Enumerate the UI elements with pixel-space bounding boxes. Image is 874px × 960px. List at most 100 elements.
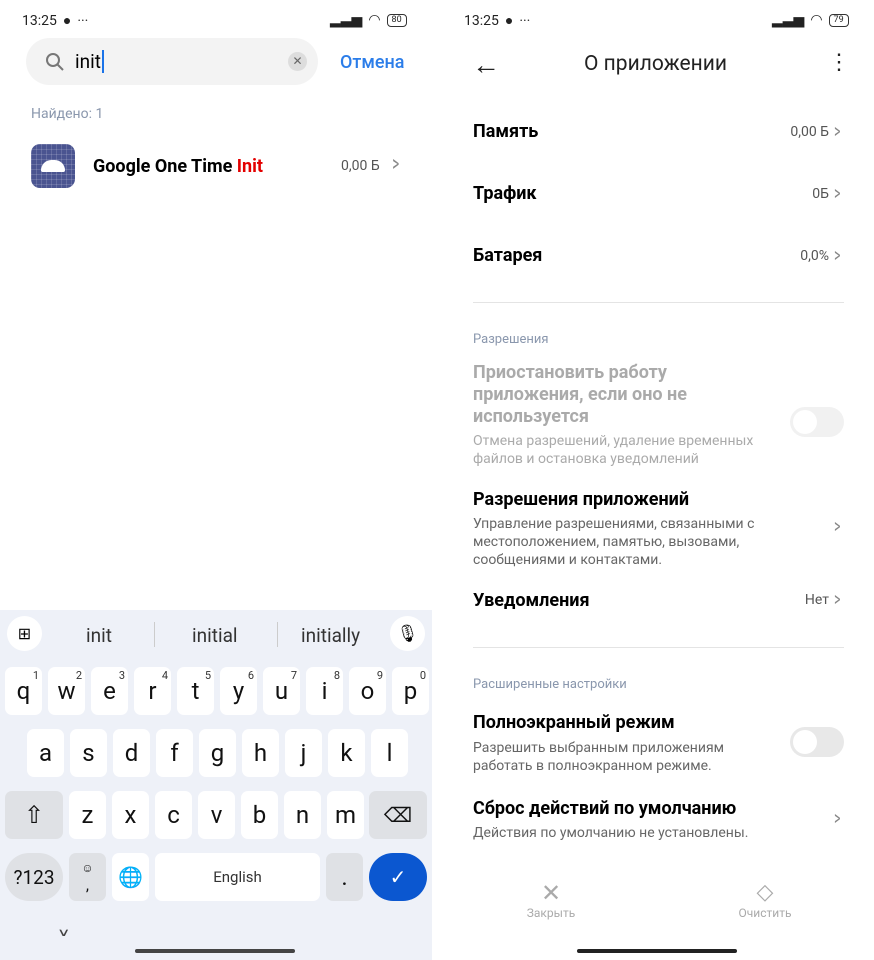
section-header-permissions: Разрешения [473,332,549,347]
app-name: Google One Time Init [93,156,263,177]
status-time: 13:25 [464,12,499,29]
back-arrow-icon[interactable]: ← [472,48,500,81]
match-highlight: Init [236,156,263,177]
clear-search-icon[interactable]: ✕ [288,52,307,71]
result-item[interactable]: Google One Time Init 0,00 Б > [0,140,432,196]
key-b[interactable]: b [241,791,278,839]
eraser-icon: ◇ [756,880,774,905]
keyboard: ⊞ init initial initially 🎙 [0,610,432,960]
key-r[interactable]: r4 [134,667,171,715]
fullscreen-desc: Разрешить выбранным приложениям работать… [473,740,725,774]
globe-icon[interactable]: 🌐 [112,853,149,901]
status-time: 13:25 [22,12,57,29]
section-header-advanced: Расширенные настройки [473,677,627,692]
key-e[interactable]: e3 [91,667,128,715]
app-permissions-title: Разрешения приложений [473,489,690,510]
key-d[interactable]: d [113,729,150,777]
suggestion[interactable]: initial [192,624,238,647]
suggestion[interactable]: init [86,624,112,647]
android-app-icon [31,144,75,188]
close-icon: ✕ [540,879,562,907]
notifications-value: Нет [804,592,829,608]
chevron-right-icon: > [833,181,840,205]
chevron-right-icon: > [833,243,840,267]
divider [473,302,844,303]
page-title: О приложении [584,52,727,76]
key-o[interactable]: o9 [349,667,386,715]
period-key[interactable]: . [326,853,363,901]
battery-label: Батарея [473,245,543,266]
pause-app-title: Приостановить работу приложения, если он… [473,362,687,427]
suggestion[interactable]: initially [301,624,360,647]
shift-key[interactable]: ⇧ [5,791,63,839]
key-z[interactable]: z [69,791,106,839]
wifi-icon: ◠ [368,12,381,28]
emoji-comma-key[interactable]: ☺, [69,853,106,901]
apps-grid-icon[interactable]: ⊞ [7,616,42,651]
key-p[interactable]: p0 [392,667,429,715]
key-i[interactable]: i8 [306,667,343,715]
key-x[interactable]: x [112,791,149,839]
status-icons: ▂▃▅ ◠ 80 [330,12,407,28]
signal-icon: ▂▃▅ [330,12,363,28]
key-j[interactable]: j [285,729,322,777]
key-l[interactable]: l [371,729,408,777]
backspace-key[interactable]: ⌫ [369,791,427,839]
key-s[interactable]: s [70,729,107,777]
key-f[interactable]: f [156,729,193,777]
chevron-right-icon: > [833,587,840,611]
pause-app-toggle[interactable] [790,407,844,437]
key-k[interactable]: k [328,729,365,777]
key-h[interactable]: h [242,729,279,777]
close-button[interactable]: ✕ Закрыть [520,880,582,920]
more-icon: ··· [77,12,89,29]
search-text: init [75,50,104,73]
fullscreen-toggle[interactable] [790,727,844,757]
key-g[interactable]: g [199,729,236,777]
chat-icon: ● [504,13,514,29]
microphone-icon[interactable]: 🎙 [390,616,425,651]
space-key[interactable]: English [155,853,320,901]
reset-defaults-title: Сброс действий по умолчанию [473,798,737,819]
memory-label: Память [473,121,539,142]
key-a[interactable]: a [27,729,64,777]
chevron-right-icon: > [833,119,840,143]
more-icon: ··· [519,12,531,29]
wifi-icon: ◠ [810,12,823,28]
search-input[interactable]: init ✕ [26,38,318,85]
battery-icon: 80 [386,13,407,27]
memory-value: 0,00 Б [790,124,829,140]
symbols-key[interactable]: ?123 [5,853,63,901]
clear-button[interactable]: ◇ Очистить [730,880,800,920]
key-u[interactable]: u7 [263,667,300,715]
reset-defaults-desc: Действия по умолчанию не установлены. [473,825,749,841]
chat-icon: ● [62,13,72,29]
results-count: Найдено: 1 [31,106,104,122]
key-t[interactable]: t5 [177,667,214,715]
chevron-right-icon: > [833,806,840,830]
enter-check-key[interactable]: ✓ [369,853,427,901]
key-v[interactable]: v [198,791,235,839]
home-indicator[interactable] [135,949,295,953]
notifications-label: Уведомления [473,590,590,611]
cancel-button[interactable]: Отмена [340,52,405,73]
fullscreen-title: Полноэкранный режим [473,712,675,733]
more-vert-icon[interactable]: ⋮ [828,50,850,75]
hide-keyboard-icon[interactable]: ∨ [57,926,70,939]
signal-icon: ▂▃▅ [772,12,805,28]
battery-value: 0,0% [800,248,829,264]
key-w[interactable]: w2 [48,667,85,715]
search-icon [46,53,64,71]
chevron-right-icon: > [833,514,840,538]
key-c[interactable]: c [155,791,192,839]
status-bar: 13:25 ● ··· [22,12,89,30]
status-bar: 13:25 ● ··· [464,12,531,30]
app-size: 0,00 Б [341,158,380,174]
key-m[interactable]: m [327,791,364,839]
home-indicator[interactable] [577,949,737,953]
key-n[interactable]: n [284,791,321,839]
key-q[interactable]: q1 [5,667,42,715]
key-y[interactable]: y6 [220,667,257,715]
divider [473,647,844,648]
chevron-right-icon: > [392,152,400,177]
